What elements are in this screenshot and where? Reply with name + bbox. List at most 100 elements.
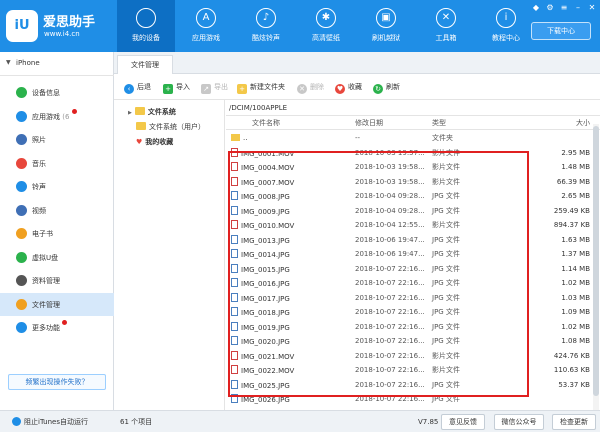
file-name-cell: IMG_0014.JPG — [231, 249, 290, 260]
sidebar-item-photo[interactable]: 照片 — [0, 128, 114, 151]
wechat-button[interactable]: 微信公众号 — [494, 414, 544, 430]
table-row[interactable]: IMG_0022.MOV 2018-10-07 22:16... 影片文件 110.6… — [226, 363, 600, 378]
file-name: IMG_0010.MOV — [241, 222, 295, 230]
sidebar-item-device-info[interactable]: 设备信息 — [0, 81, 114, 104]
file-name: IMG_0025.JPG — [241, 381, 290, 390]
table-row[interactable]: IMG_0001.MOV 2018-10-03 19:57... 影片文件 2.95 … — [226, 146, 600, 161]
favorite-button[interactable]: ♥ 收藏 — [335, 81, 362, 94]
image-file-icon — [231, 394, 238, 403]
table-row[interactable]: IMG_0020.JPG 2018-10-07 22:16... JPG 文件 1.0… — [226, 334, 600, 349]
sidebar-item-apps[interactable]: 应用游戏 (6 — [0, 105, 114, 128]
refresh-button[interactable]: ↻ 刷新 — [373, 81, 400, 94]
table-row[interactable]: IMG_0021.MOV 2018-10-07 22:16... 影片文件 424.7… — [226, 349, 600, 364]
tree-root[interactable]: ▶ 文件系统 — [128, 106, 176, 118]
help-button[interactable]: 频繁出现操作失败？ — [8, 374, 106, 390]
nav-snowflake[interactable]: ✱ 高清壁纸 — [297, 0, 355, 52]
nav-tools[interactable]: ✕ 工具箱 — [417, 0, 475, 52]
settings-icon[interactable]: ⚙ — [544, 2, 556, 13]
import-icon: + — [163, 84, 173, 94]
back-icon: ‹ — [124, 84, 134, 94]
scroll-thumb[interactable] — [593, 126, 599, 396]
sidebar-item-more[interactable]: 更多功能 — [0, 316, 114, 339]
table-row[interactable]: IMG_0009.JPG 2018-10-04 09:28... JPG 文件 259… — [226, 204, 600, 219]
file-name: IMG_0026.JPG — [241, 396, 290, 404]
download-center-button[interactable]: 下载中心 — [531, 22, 591, 40]
file-name: IMG_0022.MOV — [241, 367, 295, 375]
minimize-icon[interactable]: – — [572, 2, 584, 13]
file-date: 2018-10-03 19:58... — [355, 177, 425, 186]
expand-icon[interactable]: ▶ — [128, 110, 132, 116]
update-button[interactable]: 检查更新 — [552, 414, 596, 430]
device-info-icon — [16, 87, 27, 98]
sidebar-item-ebook[interactable]: 电子书 — [0, 222, 114, 245]
table-row[interactable]: IMG_0026.JPG 2018-10-07 22:16... JPG 文件 — [226, 392, 600, 407]
table-row[interactable]: IMG_0019.JPG 2018-10-07 22:16... JPG 文件 1.0… — [226, 320, 600, 335]
sidebar-item-label: 虚拟U盘 — [32, 253, 58, 263]
table-row[interactable]: .. -- 文件夹 — [226, 131, 600, 146]
file-type: JPG 文件 — [432, 395, 460, 403]
video-file-icon — [231, 220, 238, 229]
table-row[interactable]: IMG_0013.JPG 2018-10-06 19:47... JPG 文件 1.6… — [226, 233, 600, 248]
sidebar-item-file-manage[interactable]: 文件管理 — [0, 292, 114, 316]
table-row[interactable]: IMG_0007.MOV 2018-10-03 19:58... 影片文件 66.39… — [226, 175, 600, 190]
col-size[interactable]: 大小 — [576, 118, 590, 128]
nav-apple[interactable]: 我的设备 — [117, 0, 175, 52]
col-type[interactable]: 类型 — [432, 118, 446, 128]
sidebar-item-ringtone[interactable]: 铃声 — [0, 175, 114, 198]
scrollbar[interactable] — [593, 124, 599, 410]
image-file-icon — [231, 379, 238, 389]
feedback-button[interactable]: 意见反馈 — [441, 414, 485, 430]
sidebar-item-data-manage[interactable]: 资料管理 — [0, 269, 114, 292]
back-button[interactable]: ‹ 后退 — [124, 81, 151, 94]
nav-label: 高清壁纸 — [312, 34, 340, 42]
tab-file-manage[interactable]: 文件管理 — [117, 55, 173, 74]
sidebar-item-label: 电子书 — [32, 229, 53, 239]
sidebar-item-usb[interactable]: 虚拟U盘 — [0, 246, 114, 269]
nav-box[interactable]: ▣ 刷机越狱 — [357, 0, 415, 52]
nav-app-store[interactable]: A 应用游戏 — [177, 0, 235, 52]
table-row[interactable]: IMG_0025.JPG 2018-10-07 22:16... JPG 文件 53.… — [226, 378, 600, 393]
table-row[interactable]: IMG_0014.JPG 2018-10-06 19:47... JPG 文件 1.3… — [226, 247, 600, 262]
close-icon[interactable]: ✕ — [586, 2, 598, 13]
skin-icon[interactable]: ◆ — [530, 2, 542, 13]
notification-badge — [62, 320, 67, 325]
table-row[interactable]: IMG_0010.MOV 2018-10-04 12:55... 影片文件 894.3… — [226, 218, 600, 233]
table-row[interactable]: IMG_0018.JPG 2018-10-07 22:16... JPG 文件 1.0… — [226, 305, 600, 320]
nav-info[interactable]: i 教程中心 — [477, 0, 535, 52]
col-date[interactable]: 修改日期 — [355, 118, 383, 128]
table-row[interactable]: IMG_0015.JPG 2018-10-07 22:16... JPG 文件 1.1… — [226, 262, 600, 277]
new-folder-button[interactable]: + 新建文件夹 — [237, 81, 285, 94]
col-name[interactable]: 文件名称 — [252, 118, 280, 128]
file-name: IMG_0015.JPG — [241, 265, 290, 274]
delete-button[interactable]: ✕ 删除 — [297, 81, 324, 94]
tree-favorites[interactable]: ♥ 我的收藏 — [136, 136, 173, 148]
app-logo: iU 爱思助手 www.i4.cn — [6, 8, 116, 44]
table-row[interactable]: IMG_0004.MOV 2018-10-03 19:58... 影片文件 1.48 … — [226, 160, 600, 175]
sidebar-label-text: 应用游戏 — [32, 112, 60, 121]
table-row[interactable]: IMG_0016.JPG 2018-10-07 22:16... JPG 文件 1.0… — [226, 276, 600, 291]
tree-user-fs[interactable]: 文件系统（用户） — [136, 121, 205, 133]
file-date: 2018-10-03 19:58... — [355, 163, 425, 171]
status-bar: 阻止iTunes自动运行 61 个项目 V7.85 意见反馈 微信公众号 检查更… — [0, 410, 600, 432]
device-selector[interactable]: ▼ iPhone — [0, 52, 114, 76]
table-row[interactable]: IMG_0017.JPG 2018-10-07 22:16... JPG 文件 1.0… — [226, 291, 600, 306]
folder-icon — [134, 107, 145, 115]
nav-bell[interactable]: ♪ 酷炫铃声 — [237, 0, 295, 52]
collapse-icon[interactable]: ▼ — [6, 59, 11, 66]
sidebar-item-video[interactable]: 视频 — [0, 199, 114, 222]
nav-label: 刷机越狱 — [372, 34, 400, 42]
export-button[interactable]: ↗ 导出 — [201, 81, 228, 94]
file-type: JPG 文件 — [432, 293, 460, 302]
file-name: IMG_0019.JPG — [241, 323, 290, 332]
file-type: JPG 文件 — [432, 264, 460, 273]
info-icon: i — [496, 8, 516, 28]
sidebar-item-music[interactable]: 音乐 — [0, 152, 114, 175]
heart-icon: ♥ — [335, 84, 345, 94]
itunes-toggle[interactable]: 阻止iTunes自动运行 — [12, 416, 88, 428]
table-row[interactable]: IMG_0008.JPG 2018-10-04 09:28... JPG 文件 2.6… — [226, 189, 600, 204]
ebook-icon — [16, 228, 27, 239]
sidebar-item-label: 照片 — [32, 135, 46, 145]
import-button[interactable]: + 导入 — [163, 81, 190, 94]
app-name: 爱思助手 — [43, 15, 96, 30]
menu-icon[interactable]: ≡ — [558, 2, 570, 13]
